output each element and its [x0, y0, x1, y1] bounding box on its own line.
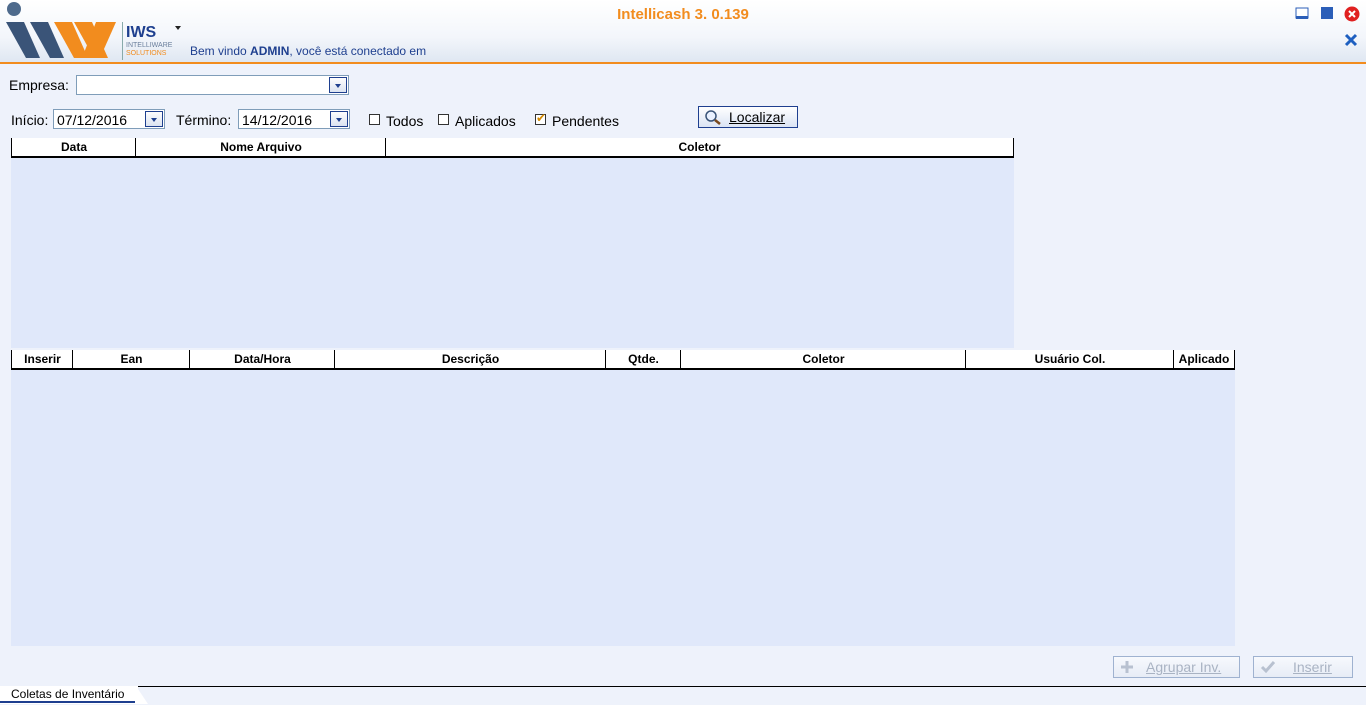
aplicados-checkbox[interactable]: [438, 114, 449, 125]
termino-label: Término:: [176, 112, 232, 128]
termino-date-picker[interactable]: 14/12/2016: [238, 109, 350, 129]
empresa-dropdown-button[interactable]: [329, 77, 347, 93]
files-grid-body[interactable]: [11, 158, 1014, 348]
brand-name: IWS: [126, 24, 157, 41]
welcome-prefix: Bem vindo: [190, 44, 251, 58]
agrupar-inv-label: Agrupar Inv.: [1146, 659, 1222, 675]
checkmark-disabled-icon: [1260, 660, 1276, 677]
localizar-label: Localizar: [729, 109, 786, 125]
tab-strip: [0, 686, 1366, 705]
close-x-icon[interactable]: [1344, 33, 1358, 47]
inicio-date-picker[interactable]: 07/12/2016: [53, 109, 165, 129]
brand-subtitle-1: INTELLIWARE: [126, 42, 173, 49]
pendentes-label[interactable]: Pendentes: [552, 113, 619, 129]
col-descricao[interactable]: Descrição: [334, 350, 606, 368]
logo-menu-dropdown-icon[interactable]: [175, 26, 181, 30]
restore-icon[interactable]: [1320, 6, 1334, 20]
col-coletor[interactable]: Coletor: [385, 138, 1014, 156]
col-data[interactable]: Data: [11, 138, 136, 156]
empresa-label: Empresa:: [9, 77, 69, 93]
minimize-icon[interactable]: [1295, 6, 1309, 20]
app-title: Intellicash 3. 0.139: [617, 6, 749, 23]
col-usuario-col[interactable]: Usuário Col.: [965, 350, 1174, 368]
col-aplicado[interactable]: Aplicado: [1173, 350, 1235, 368]
inserir-label: Inserir: [1293, 659, 1332, 675]
col-coletor-items[interactable]: Coletor: [680, 350, 966, 368]
pendentes-checkbox[interactable]: ✔: [535, 111, 547, 125]
brand-subtitle-2: SOLUTIONS: [126, 50, 167, 57]
col-nome-arquivo[interactable]: Nome Arquivo: [135, 138, 386, 156]
plus-icon: [1120, 660, 1134, 677]
col-inserir[interactable]: Inserir: [11, 350, 73, 368]
items-grid-body[interactable]: [11, 370, 1235, 646]
close-circle-icon[interactable]: [1344, 6, 1360, 22]
agrupar-inv-button[interactable]: Agrupar Inv.: [1113, 656, 1240, 678]
tab-edge: [136, 686, 148, 704]
termino-dropdown-button[interactable]: [330, 111, 348, 127]
col-qtde[interactable]: Qtde.: [605, 350, 681, 368]
inicio-dropdown-button[interactable]: [145, 111, 163, 127]
inicio-label: Início:: [11, 112, 49, 128]
aplicados-label[interactable]: Aplicados: [455, 113, 516, 129]
todos-label[interactable]: Todos: [386, 113, 423, 129]
tab-active-indicator: [0, 701, 135, 703]
termino-value: 14/12/2016: [242, 112, 313, 128]
localizar-button[interactable]: Localizar: [698, 106, 798, 128]
inserir-button[interactable]: Inserir: [1253, 656, 1353, 678]
welcome-message: Bem vindo ADMIN, você está conectado em: [190, 44, 426, 58]
welcome-user: ADMIN: [250, 44, 290, 58]
app-header: IWS INTELLIWARE SOLUTIONS Intellicash 3.…: [0, 0, 1366, 64]
magnifier-icon: [704, 109, 722, 128]
todos-checkbox[interactable]: [369, 114, 380, 125]
files-grid: Data Nome Arquivo Coletor: [11, 138, 1014, 348]
col-data-hora[interactable]: Data/Hora: [189, 350, 335, 368]
col-ean[interactable]: Ean: [72, 350, 190, 368]
items-grid: Inserir Ean Data/Hora Descrição Qtde. Co…: [11, 350, 1235, 646]
empresa-select[interactable]: [76, 75, 349, 95]
inicio-value: 07/12/2016: [57, 112, 128, 128]
checkmark-icon: ✔: [536, 111, 547, 125]
welcome-suffix: , você está conectado em: [289, 44, 427, 58]
